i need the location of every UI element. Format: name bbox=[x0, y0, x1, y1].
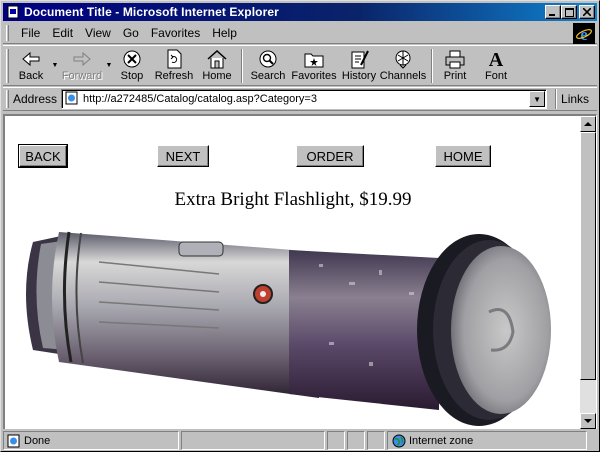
page-done-icon bbox=[7, 434, 21, 448]
page-order-button[interactable]: ORDER bbox=[296, 145, 364, 167]
menu-file[interactable]: File bbox=[15, 26, 46, 40]
menu-favorites[interactable]: Favorites bbox=[145, 26, 206, 40]
web-page: BACK NEXT ORDER HOME Extra Bright Flashl… bbox=[5, 116, 581, 429]
chevron-down-icon: ▼ bbox=[105, 62, 113, 69]
address-url: http://a272485/Catalog/catalog.asp?Categ… bbox=[83, 93, 317, 105]
content-area: BACK NEXT ORDER HOME Extra Bright Flashl… bbox=[3, 114, 597, 429]
page-icon bbox=[65, 91, 79, 108]
links-button[interactable]: Links bbox=[561, 92, 589, 106]
page-back-button[interactable]: BACK bbox=[18, 144, 68, 168]
standard-toolbar: Back ▼ Forward ▼ Stop Refresh Home Searc… bbox=[3, 45, 597, 86]
minimize-icon bbox=[549, 14, 555, 16]
address-bar: Address http://a272485/Catalog/catalog.a… bbox=[3, 87, 597, 111]
zone-text: Internet zone bbox=[409, 434, 474, 447]
ie-logo-icon: e bbox=[573, 23, 595, 44]
menu-view[interactable]: View bbox=[79, 26, 117, 40]
forward-arrow-icon bbox=[73, 51, 91, 66]
address-dropdown-button[interactable]: ▼ bbox=[529, 91, 546, 107]
status-pane bbox=[181, 431, 325, 450]
forward-dropdown[interactable]: ▼ bbox=[105, 47, 113, 85]
document-icon bbox=[5, 4, 21, 20]
scroll-down-button[interactable] bbox=[580, 413, 596, 429]
channels-icon bbox=[395, 50, 411, 69]
back-dropdown[interactable]: ▼ bbox=[51, 47, 59, 85]
favorites-folder-icon bbox=[304, 53, 324, 67]
font-icon: A bbox=[489, 49, 504, 69]
arrow-down-icon bbox=[584, 419, 592, 423]
history-icon bbox=[351, 50, 369, 68]
window-title: Document Title - Microsoft Internet Expl… bbox=[24, 5, 279, 19]
back-arrow-icon bbox=[22, 51, 40, 66]
svg-text:A: A bbox=[489, 49, 504, 69]
menu-help[interactable]: Help bbox=[206, 26, 243, 40]
menu-bar: File Edit View Go Favorites Help e bbox=[3, 23, 597, 44]
page-home-button[interactable]: HOME bbox=[435, 145, 491, 167]
scroll-thumb[interactable] bbox=[580, 132, 596, 380]
refresh-icon bbox=[167, 49, 182, 68]
status-text-pane: Done bbox=[3, 431, 179, 450]
chevron-down-icon: ▼ bbox=[533, 94, 541, 104]
arrow-up-icon bbox=[584, 122, 592, 126]
forward-button[interactable]: Forward bbox=[59, 47, 105, 85]
maximize-icon bbox=[564, 7, 574, 17]
address-label: Address bbox=[13, 92, 58, 106]
address-grip[interactable] bbox=[6, 90, 9, 108]
minimize-button[interactable] bbox=[545, 5, 561, 19]
menu-go[interactable]: Go bbox=[117, 26, 145, 40]
stop-button[interactable]: Stop bbox=[113, 47, 151, 85]
toolbar-separator bbox=[431, 48, 433, 83]
printer-icon bbox=[445, 50, 465, 68]
close-button[interactable] bbox=[579, 5, 595, 19]
address-input[interactable]: http://a272485/Catalog/catalog.asp?Categ… bbox=[61, 89, 548, 109]
back-button[interactable]: Back bbox=[11, 47, 51, 85]
history-button[interactable]: History bbox=[339, 47, 379, 85]
stop-icon bbox=[123, 50, 141, 67]
status-pane-small bbox=[327, 431, 345, 450]
status-text: Done bbox=[24, 434, 51, 447]
browser-window: Document Title - Microsoft Internet Expl… bbox=[0, 0, 600, 452]
toolbar-separator bbox=[241, 48, 243, 83]
menu-grip[interactable] bbox=[6, 25, 9, 41]
menu-edit[interactable]: Edit bbox=[46, 26, 79, 40]
toolbar-grip[interactable] bbox=[6, 48, 9, 83]
scroll-up-button[interactable] bbox=[580, 116, 596, 132]
status-pane-small bbox=[367, 431, 385, 450]
font-button[interactable]: A Font bbox=[473, 47, 519, 85]
channels-button[interactable]: Channels bbox=[379, 47, 427, 85]
chevron-down-icon: ▼ bbox=[51, 62, 59, 69]
svg-text:e: e bbox=[580, 25, 588, 43]
page-next-button[interactable]: NEXT bbox=[157, 145, 209, 167]
favorites-button[interactable]: Favorites bbox=[289, 47, 339, 85]
globe-icon bbox=[392, 434, 406, 448]
print-button[interactable]: Print bbox=[437, 47, 473, 85]
vertical-scrollbar[interactable] bbox=[580, 116, 596, 429]
home-button[interactable]: Home bbox=[197, 47, 237, 85]
search-icon bbox=[259, 50, 277, 67]
maximize-button[interactable] bbox=[561, 5, 577, 19]
status-pane-small bbox=[347, 431, 365, 450]
links-separator bbox=[555, 89, 558, 109]
product-title: Extra Bright Flashlight, $19.99 bbox=[174, 189, 412, 210]
status-bar: Done Internet zone bbox=[3, 431, 597, 450]
close-icon bbox=[583, 8, 591, 16]
refresh-button[interactable]: Refresh bbox=[151, 47, 197, 85]
zone-pane: Internet zone bbox=[387, 431, 587, 450]
flashlight-image bbox=[26, 231, 551, 426]
home-icon bbox=[207, 49, 227, 68]
search-button[interactable]: Search bbox=[247, 47, 289, 85]
title-bar[interactable]: Document Title - Microsoft Internet Expl… bbox=[3, 3, 597, 21]
